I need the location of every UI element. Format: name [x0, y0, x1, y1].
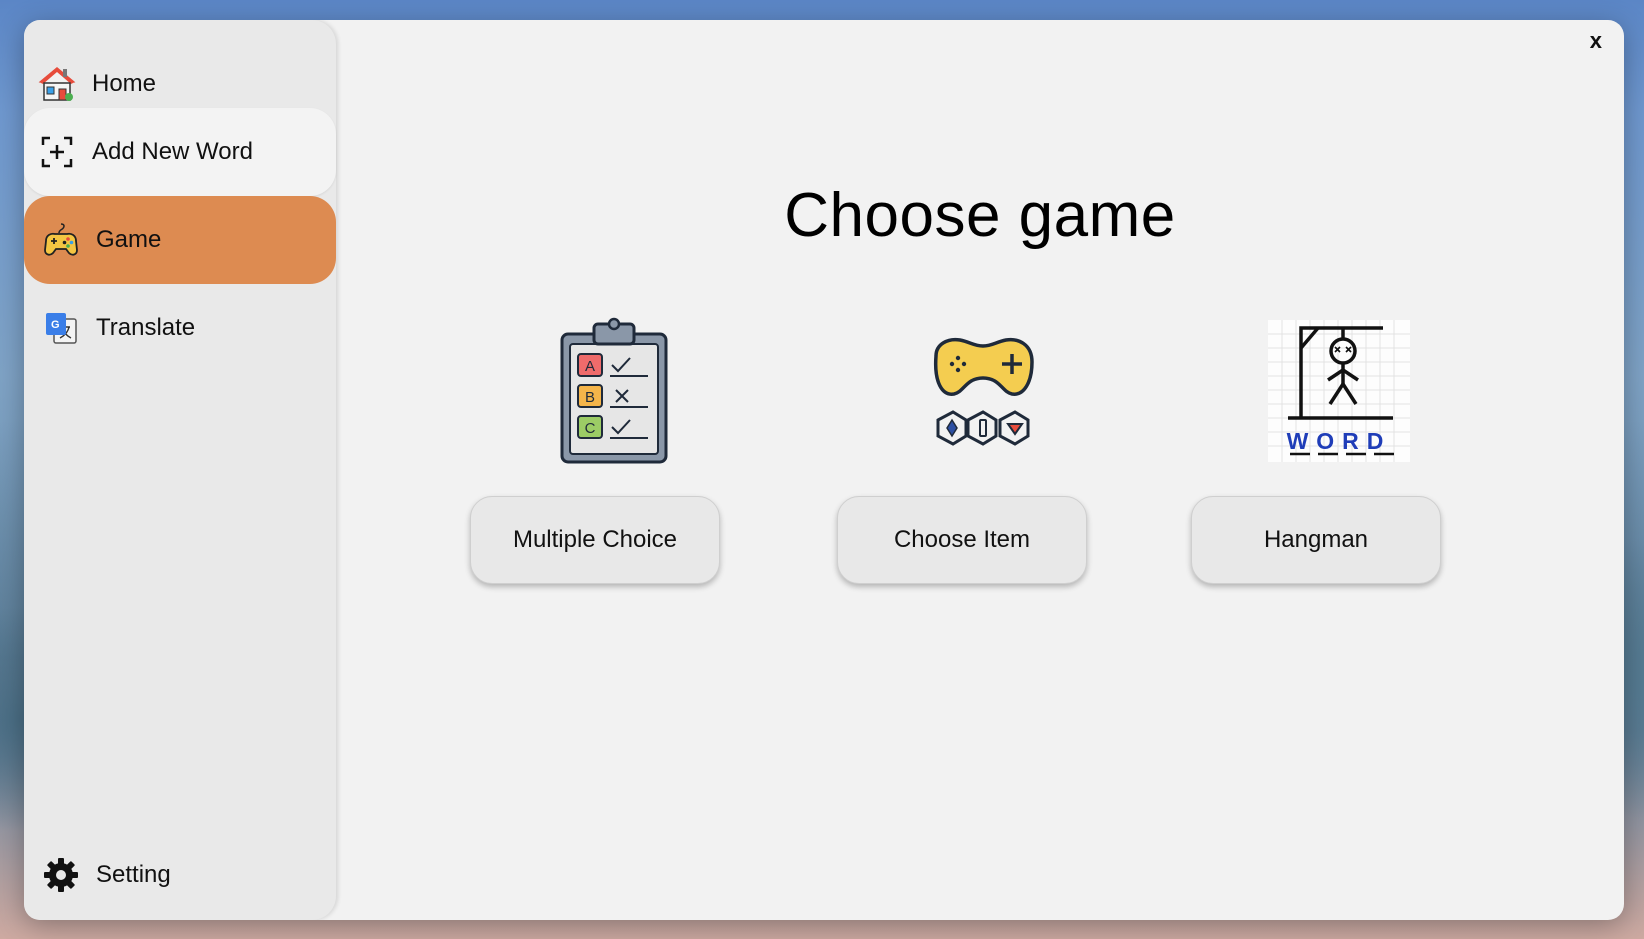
page-title: Choose game [784, 181, 1176, 250]
clipboard-checklist-icon: A B C [539, 316, 689, 466]
sidebar-item-add-new-word[interactable]: Add New Word [24, 108, 336, 196]
hangman-button[interactable]: Hangman [1191, 496, 1441, 584]
gear-icon [42, 856, 80, 894]
app-window: Home Add New Word Game G Translate Setti… [24, 20, 1624, 920]
sidebar-item-label: Translate [96, 314, 196, 341]
gamepad-icon [42, 221, 80, 259]
sidebar-item-setting[interactable]: Setting [24, 832, 336, 918]
sidebar-item-label: Home [92, 70, 157, 97]
game-controller-icon [908, 316, 1058, 466]
sidebar: Home Add New Word Game G Translate Setti… [24, 20, 336, 920]
house-icon [38, 65, 76, 103]
choice-letter-a: A [585, 358, 595, 375]
sidebar-item-label: Game [96, 226, 162, 253]
translate-icon: G [42, 309, 80, 347]
choice-letter-c: C [585, 420, 596, 437]
add-square-icon [38, 133, 76, 171]
sidebar-item-label: Add New Word [92, 138, 253, 165]
choice-letter-b: B [585, 389, 595, 406]
sidebar-item-game[interactable]: Game [24, 196, 336, 284]
choose-item-button[interactable]: Choose Item [837, 496, 1087, 584]
hangman-icon: WORD [1264, 316, 1414, 466]
multiple-choice-button[interactable]: Multiple Choice [470, 496, 720, 584]
sidebar-item-translate[interactable]: G Translate [24, 284, 336, 372]
close-button[interactable]: x [1590, 28, 1602, 54]
hangman-word-text: WORD [1287, 428, 1392, 454]
sidebar-item-label: Setting [96, 861, 171, 888]
svg-text:G: G [51, 319, 60, 331]
